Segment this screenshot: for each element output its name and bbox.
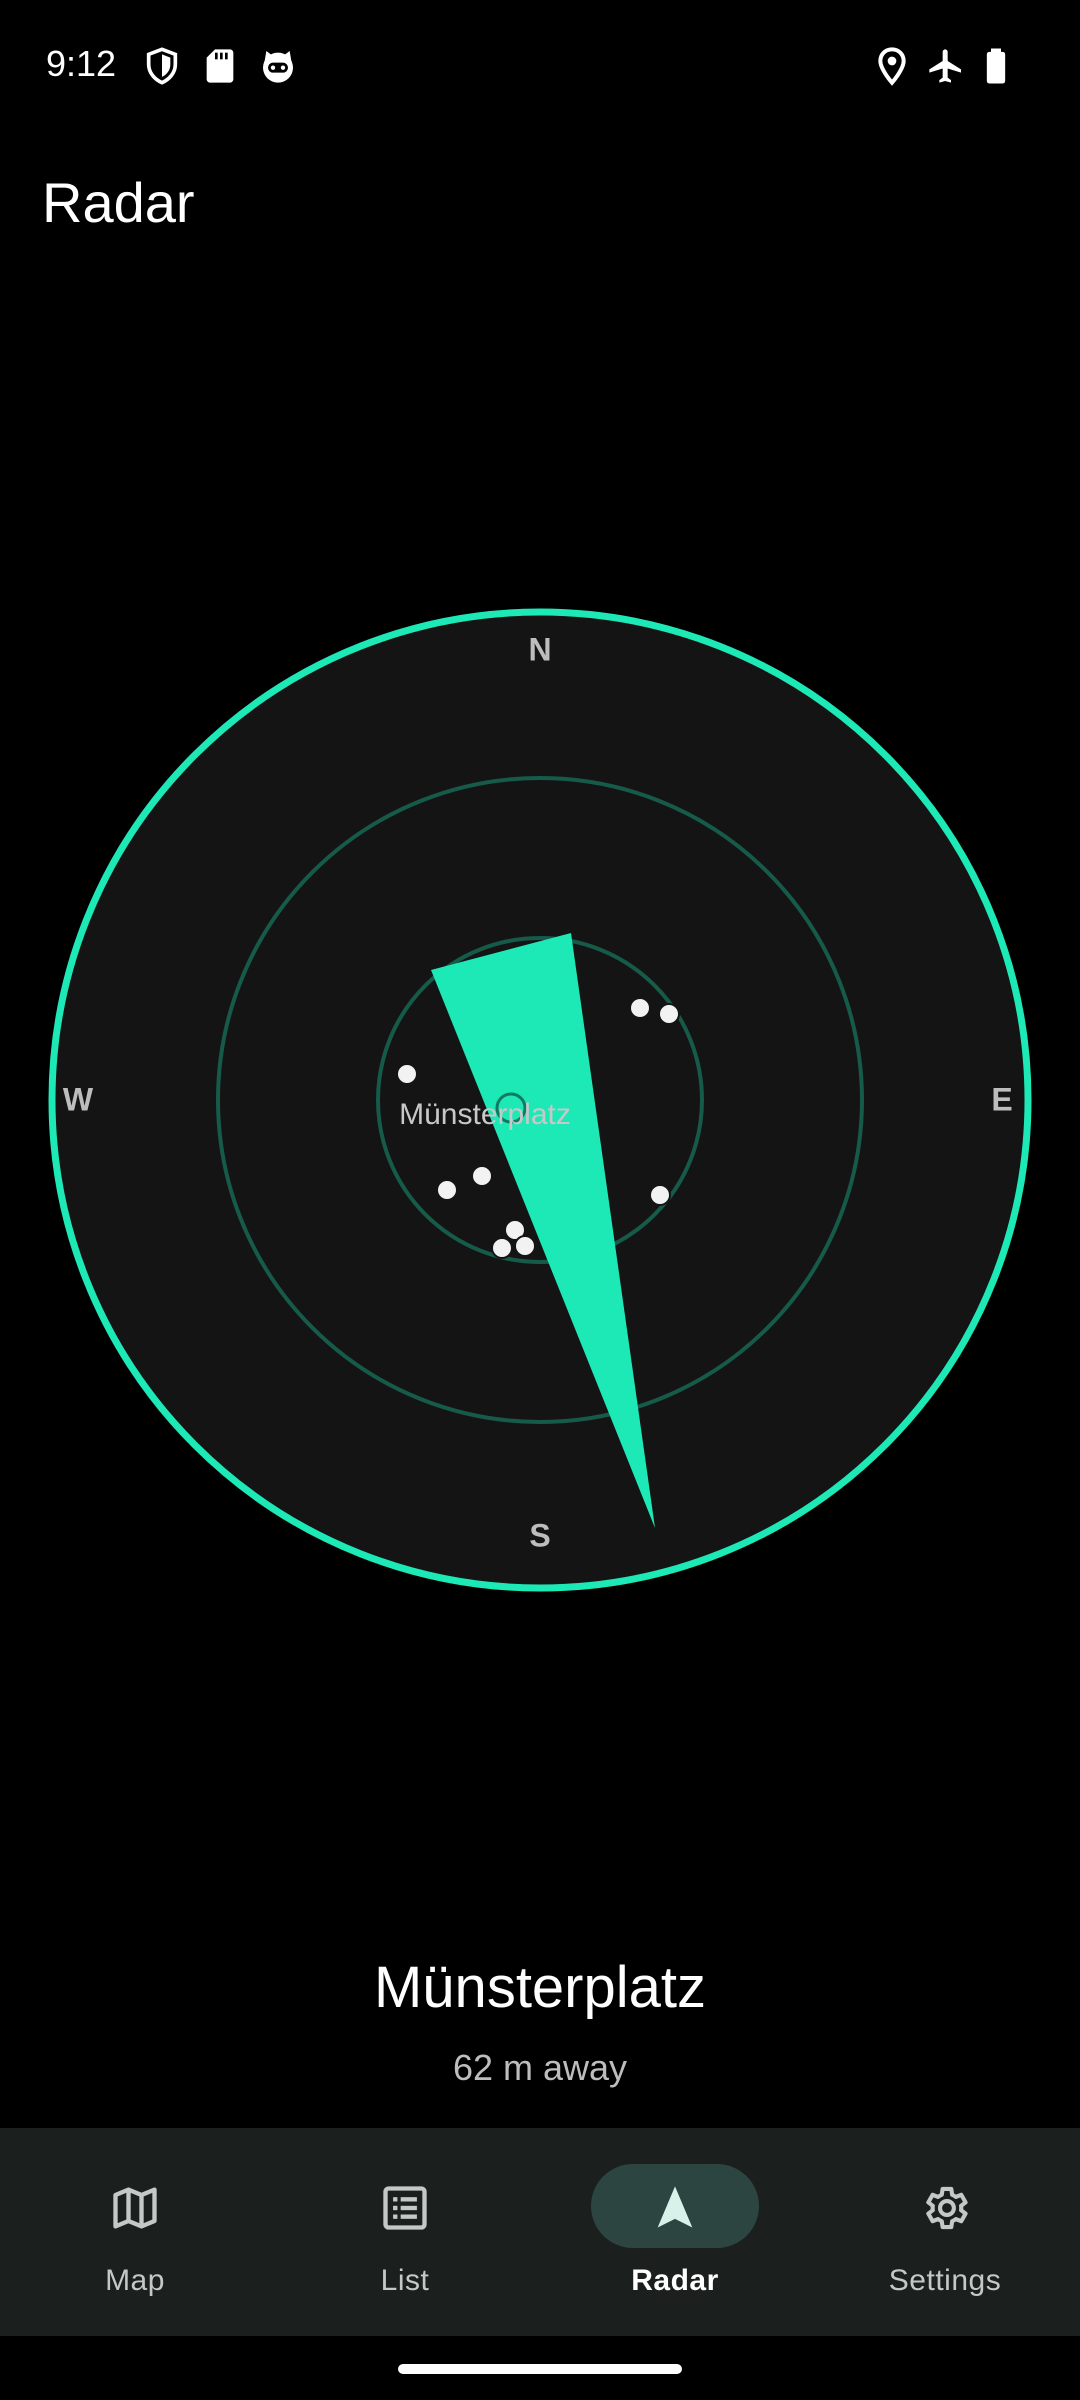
nav-label-settings: Settings (888, 2264, 1002, 2297)
airplane-icon (929, 49, 961, 83)
page-title: Radar (42, 171, 195, 234)
map-icon (113, 2187, 157, 2229)
target-distance: 62 m away (452, 2047, 628, 2088)
radar-view: N E S W Münsterplatz (40, 600, 1040, 1600)
radar-svg: N E S W Münsterplatz (48, 608, 1032, 1592)
poi-marker[interactable] (658, 1003, 680, 1025)
compass-west-label: W (63, 1081, 94, 1117)
poi-marker[interactable] (396, 1063, 418, 1085)
location-icon (878, 47, 906, 86)
nav-item-list[interactable]: List (270, 2128, 540, 2336)
cat-face-icon (263, 51, 293, 83)
target-name: Münsterplatz (373, 1955, 707, 2020)
sd-card-icon (206, 49, 234, 83)
nav-label-radar: Radar (631, 2264, 719, 2297)
radar-center-label: Münsterplatz (399, 1098, 571, 1131)
status-bar: 9:12 (0, 0, 1080, 132)
bottom-navigation: Map List Radar Settings (0, 2128, 1080, 2336)
compass-east-label: E (991, 1081, 1012, 1117)
poi-marker[interactable] (629, 997, 651, 1019)
poi-marker[interactable] (491, 1237, 513, 1259)
poi-marker[interactable] (471, 1165, 493, 1187)
nav-item-settings[interactable]: Settings (810, 2128, 1080, 2336)
nav-item-radar[interactable]: Radar (540, 2128, 810, 2336)
battery-icon (986, 48, 1006, 84)
navigation-arrow-icon (657, 2186, 693, 2228)
nav-label-list: List (380, 2264, 430, 2297)
poi-marker[interactable] (649, 1184, 671, 1206)
home-indicator[interactable] (398, 2364, 682, 2374)
status-time: 9:12 (46, 43, 117, 84)
compass-north-label: N (528, 631, 551, 667)
gear-icon (926, 2186, 968, 2230)
nav-label-map: Map (105, 2264, 165, 2297)
compass-south-label: S (529, 1517, 550, 1553)
list-icon (383, 2186, 427, 2230)
poi-marker[interactable] (514, 1235, 536, 1257)
nav-item-map[interactable]: Map (0, 2128, 270, 2336)
shield-icon (146, 47, 178, 85)
poi-marker[interactable] (436, 1179, 458, 1201)
